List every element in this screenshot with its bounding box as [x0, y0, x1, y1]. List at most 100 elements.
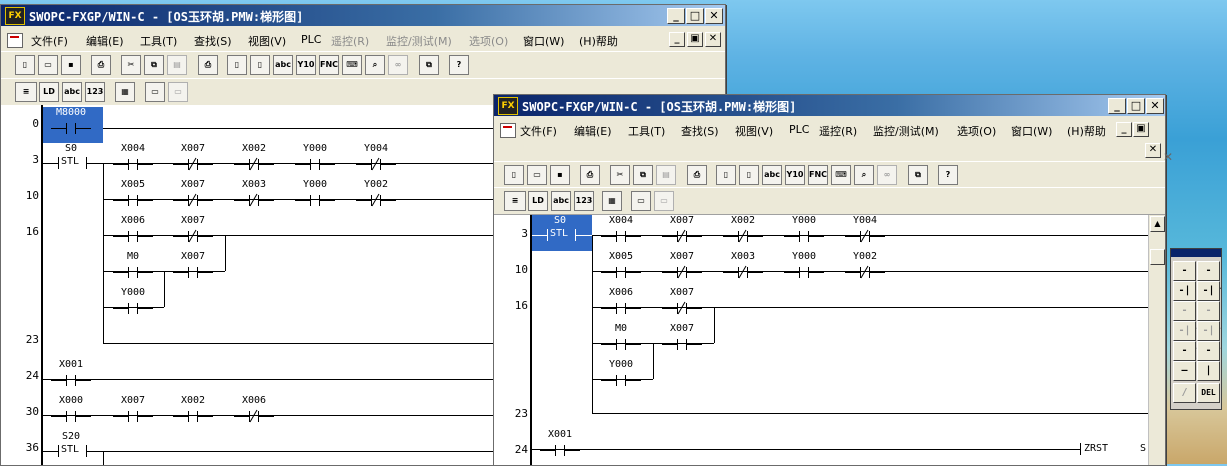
page-icon-4[interactable]: ▯: [739, 165, 759, 185]
contact-x007-4[interactable]: X007: [173, 251, 213, 281]
front-titlebar[interactable]: FX SWOPC-FXGP/WIN-C - [OS玉环胡.PMW:梯形图] _ …: [494, 95, 1165, 116]
front-contact-x003-nc[interactable]: X003: [723, 251, 763, 281]
document-icon-2[interactable]: [500, 123, 516, 138]
abc-icon[interactable]: abc: [273, 55, 293, 75]
contact-x003-nc[interactable]: X003: [234, 179, 274, 209]
minimize-button[interactable]: _: [667, 8, 685, 24]
maximize-button-2[interactable]: □: [1127, 98, 1145, 114]
contact-x000[interactable]: X000: [51, 395, 91, 425]
front-contact-y000[interactable]: Y000: [784, 215, 824, 245]
contact-x007-5[interactable]: X007: [113, 395, 153, 425]
scroll-thumb[interactable]: [1150, 249, 1165, 265]
grid-icon[interactable]: ▦: [115, 82, 135, 102]
save-icon[interactable]: ▪: [61, 55, 81, 75]
front-vertical-scrollbar[interactable]: ▲: [1148, 215, 1165, 465]
contact-y000[interactable]: Y000: [295, 143, 335, 173]
scroll-up-arrow-icon[interactable]: ▲: [1150, 216, 1165, 232]
open-icon[interactable]: ▭: [38, 55, 58, 75]
menu-edit-2[interactable]: 编辑(E): [574, 123, 612, 139]
front-ladder-area[interactable]: 3 10 16 23 24 S0 STL X004 X007 X002 Y000…: [494, 215, 1148, 465]
paste-icon[interactable]: ▤: [167, 55, 187, 75]
parallel-nc-tool[interactable]: -|↓|-: [1197, 281, 1220, 314]
ladder-view-icon-2[interactable]: ▭: [631, 191, 651, 211]
desktop-close-icon[interactable]: ✕: [1163, 150, 1177, 164]
close-button[interactable]: ✕: [705, 8, 723, 24]
contact-y002-nc[interactable]: Y002: [356, 179, 396, 209]
menu-find-2[interactable]: 查找(S): [681, 123, 719, 139]
menu-plc-2[interactable]: PLC: [789, 123, 809, 136]
front-contact-x002-nc[interactable]: X002: [723, 215, 763, 245]
menu-view-2[interactable]: 视图(V): [735, 123, 773, 139]
y10-icon-2[interactable]: Y10: [785, 165, 805, 185]
front-contact-m0[interactable]: M0: [601, 323, 641, 353]
parallel-no-tool[interactable]: -|↑|-: [1173, 281, 1196, 314]
contact-x001[interactable]: X001: [51, 359, 91, 389]
contact-x004[interactable]: X004: [113, 143, 153, 173]
contact-x002-nc[interactable]: X002: [234, 143, 274, 173]
find-icon-2[interactable]: ⌕: [854, 165, 874, 185]
zrst-instruction[interactable]: ZRST: [1084, 443, 1108, 454]
horizontal-line-tool[interactable]: —: [1173, 361, 1196, 381]
menu-help[interactable]: (H)帮助: [579, 33, 618, 49]
menu-edit[interactable]: 编辑(E): [86, 33, 124, 49]
list-view-icon-2[interactable]: ▭: [654, 191, 674, 211]
menu-tools-2[interactable]: 工具(T): [628, 123, 665, 139]
cut-icon-2[interactable]: ✂: [610, 165, 630, 185]
key-icon[interactable]: ⌨: [342, 55, 362, 75]
fnc-icon[interactable]: FNC: [319, 55, 339, 75]
binoculars-icon[interactable]: ∞: [388, 55, 408, 75]
menu-file[interactable]: 文件(F): [31, 33, 68, 49]
document-icon[interactable]: [7, 33, 23, 48]
cut-icon[interactable]: ✂: [121, 55, 141, 75]
contact-x006[interactable]: X006: [113, 215, 153, 245]
contact-y004-nc[interactable]: Y004: [356, 143, 396, 173]
close-button-2[interactable]: ✕: [1146, 98, 1164, 114]
instructions-icon[interactable]: ≡: [15, 82, 37, 102]
mdi-restore-button-2[interactable]: ▣: [1133, 122, 1149, 137]
pulse-rise-tool[interactable]: -|P|-: [1173, 301, 1198, 334]
maximize-button[interactable]: □: [686, 8, 704, 24]
contact-x007-nc-3[interactable]: X007: [173, 215, 213, 245]
new-icon[interactable]: ▯: [15, 55, 35, 75]
ld-out-icon[interactable]: LD: [39, 82, 59, 102]
mdi-minimize-button-2[interactable]: _: [1116, 122, 1132, 137]
menu-options[interactable]: 选项(O): [469, 33, 508, 49]
minimize-button-2[interactable]: _: [1108, 98, 1126, 114]
delete-tool[interactable]: DEL: [1197, 383, 1220, 403]
abc-comment-icon[interactable]: abc: [62, 82, 82, 102]
menu-window-2[interactable]: 窗口(W): [1011, 123, 1052, 139]
front-contact-y000-3[interactable]: Y000: [601, 359, 641, 389]
page-icon-3[interactable]: ▯: [716, 165, 736, 185]
menu-remote[interactable]: 遥控(R): [331, 33, 369, 49]
copy-icon-2[interactable]: ⧉: [633, 165, 653, 185]
menu-file-2[interactable]: 文件(F): [520, 123, 557, 139]
contact-m0[interactable]: M0: [113, 251, 153, 281]
palette-titlebar[interactable]: [1171, 249, 1221, 257]
binoculars-icon-2[interactable]: ∞: [877, 165, 897, 185]
y10-icon[interactable]: Y10: [296, 55, 316, 75]
vertical-line-tool[interactable]: |: [1197, 361, 1220, 381]
delete-line-tool[interactable]: /: [1173, 383, 1196, 403]
menu-help-2[interactable]: (H)帮助: [1067, 123, 1106, 139]
front-contact-x005[interactable]: X005: [601, 251, 641, 281]
list-view-icon[interactable]: ▭: [168, 82, 188, 102]
menu-view[interactable]: 视图(V): [248, 33, 286, 49]
front-contact-x007-nc-3[interactable]: X007: [662, 287, 702, 317]
help-icon-2[interactable]: ?: [938, 165, 958, 185]
parallel-pulse-fall-tool[interactable]: -|↓F|-: [1197, 321, 1222, 354]
window-icon[interactable]: ⧉: [419, 55, 439, 75]
contact-x002-2[interactable]: X002: [173, 395, 213, 425]
front-contact-y004-nc[interactable]: Y004: [845, 215, 885, 245]
front-contact-x007-4[interactable]: X007: [662, 323, 702, 353]
pulse-fall-tool[interactable]: -|F|-: [1197, 301, 1222, 334]
paste-icon-2[interactable]: ▤: [656, 165, 676, 185]
front-contact-x004[interactable]: X004: [601, 215, 641, 245]
mdi-close-button-2[interactable]: ✕: [1145, 143, 1161, 158]
key-icon-2[interactable]: ⌨: [831, 165, 851, 185]
contact-x006-nc[interactable]: X006: [234, 395, 274, 425]
page-icon-2[interactable]: ▯: [250, 55, 270, 75]
print-icon-2[interactable]: ⎙: [580, 165, 600, 185]
front-contact-y002-nc[interactable]: Y002: [845, 251, 885, 281]
contact-x007-nc-2[interactable]: X007: [173, 179, 213, 209]
copy-icon[interactable]: ⧉: [144, 55, 164, 75]
